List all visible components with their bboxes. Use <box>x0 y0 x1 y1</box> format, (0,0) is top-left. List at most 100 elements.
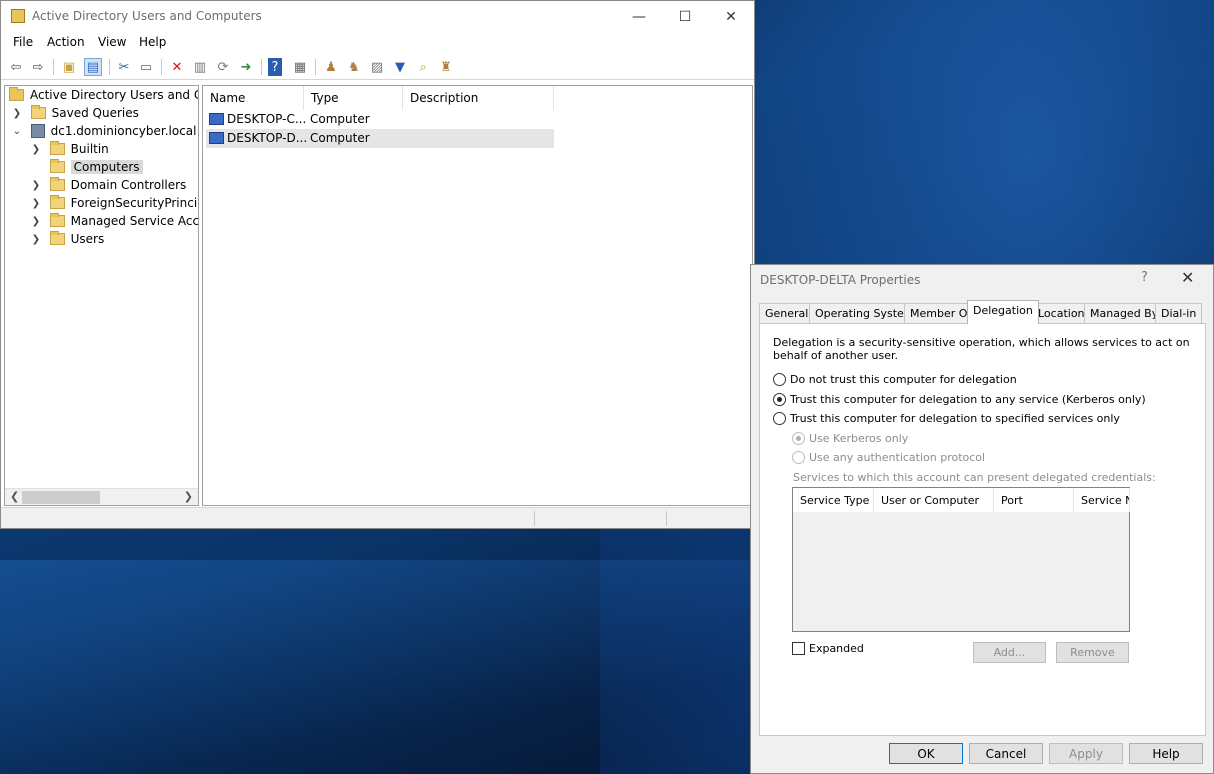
close-button[interactable]: ✕ <box>708 1 754 32</box>
tree-item-label: Computers <box>70 160 143 174</box>
tree-item-managed-service-accounts[interactable]: ❯ Managed Service Accour <box>30 212 199 230</box>
radio-any-protocol-label[interactable]: Use any authentication protocol <box>809 451 985 464</box>
properties-icon[interactable]: ▥ <box>191 58 209 76</box>
tree-item-label: Managed Service Accour <box>70 214 199 228</box>
radio-specified-services[interactable] <box>773 412 786 425</box>
chevron-down-icon[interactable]: ⌄ <box>11 126 23 137</box>
expanded-label[interactable]: Expanded <box>809 642 864 655</box>
details-list[interactable]: Name Type Description DESKTOP-C... Compu… <box>202 85 753 506</box>
toolbar-separator <box>261 59 262 75</box>
create-user-icon[interactable]: ♟ <box>322 58 340 76</box>
folder-icon <box>49 231 65 245</box>
scroll-right-arrow-icon[interactable]: ❯ <box>184 490 193 503</box>
chevron-right-icon[interactable]: ❯ <box>30 216 42 227</box>
services-list[interactable]: Service Type User or Computer Port Servi… <box>792 487 1130 632</box>
folder-icon <box>49 159 65 173</box>
radio-kerberos-only[interactable] <box>792 432 805 445</box>
radio-any-service-label[interactable]: Trust this computer for delegation to an… <box>790 393 1146 406</box>
delete-icon[interactable]: ✕ <box>168 58 186 76</box>
column-header-description[interactable]: Description <box>403 86 554 110</box>
tree-item-domain[interactable]: ⌄ dc1.dominioncyber.local <box>11 122 196 140</box>
toolbar-separator <box>109 59 110 75</box>
minimize-button[interactable]: — <box>616 1 662 32</box>
radio-kerberos-only-label[interactable]: Use Kerberos only <box>809 432 908 445</box>
find-icon[interactable]: ⌕ <box>414 58 432 76</box>
row-type: Computer <box>310 112 370 126</box>
menu-view[interactable]: View <box>98 35 126 49</box>
tab-delegation[interactable]: Delegation <box>967 300 1039 324</box>
tree-root[interactable]: Active Directory Users and Com <box>9 86 198 104</box>
console-tree[interactable]: Active Directory Users and Com ❯ Saved Q… <box>4 85 199 506</box>
column-header-port[interactable]: Port <box>994 488 1074 512</box>
add-button[interactable]: Add... <box>973 642 1046 663</box>
radio-no-delegation-label[interactable]: Do not trust this computer for delegatio… <box>790 373 1017 386</box>
menu-file[interactable]: File <box>13 35 33 49</box>
tree-item-domain-controllers[interactable]: ❯ Domain Controllers <box>30 176 186 194</box>
dialog-close-button[interactable]: ✕ <box>1181 268 1194 287</box>
help-button[interactable]: Help <box>1129 743 1203 764</box>
refresh-icon[interactable]: ⟳ <box>214 58 232 76</box>
column-header-service-name[interactable]: Service Na <box>1074 488 1130 512</box>
apply-button[interactable]: Apply <box>1049 743 1123 764</box>
back-icon[interactable]: ⇦ <box>7 58 25 76</box>
tree-item-users[interactable]: ❯ Users <box>30 230 104 248</box>
tab-location[interactable]: Location <box>1032 303 1091 323</box>
forward-icon[interactable]: ⇨ <box>29 58 47 76</box>
tree-item-foreign-security-principals[interactable]: ❯ ForeignSecurityPrincipals <box>30 194 198 212</box>
ok-button[interactable]: OK <box>889 743 963 764</box>
row-name: DESKTOP-D... <box>227 131 308 145</box>
column-header-name[interactable]: Name <box>203 86 304 110</box>
chevron-right-icon[interactable]: ❯ <box>30 180 42 191</box>
show-hide-console-tree-icon[interactable]: ▤ <box>84 58 102 76</box>
up-folder-icon[interactable]: ▣ <box>60 58 78 76</box>
desktop-light-beam <box>0 560 760 774</box>
status-divider <box>666 511 667 526</box>
expanded-checkbox[interactable] <box>792 642 805 655</box>
chevron-right-icon[interactable]: ❯ <box>30 198 42 209</box>
horizontal-scrollbar[interactable]: ❮ ❯ <box>5 488 198 505</box>
title-bar[interactable]: Active Directory Users and Computers — ☐… <box>1 1 754 32</box>
tree-item-builtin[interactable]: ❯ Builtin <box>30 140 109 158</box>
cut-icon[interactable]: ✂ <box>115 58 133 76</box>
remove-button[interactable]: Remove <box>1056 642 1129 663</box>
tree-item-saved-queries[interactable]: ❯ Saved Queries <box>11 104 139 122</box>
radio-no-delegation[interactable] <box>773 373 786 386</box>
toolbar-separator <box>315 59 316 75</box>
show-action-pane-icon[interactable]: ▦ <box>291 58 309 76</box>
export-list-icon[interactable]: ➜ <box>237 58 255 76</box>
tree-item-label: dc1.dominioncyber.local <box>50 124 197 138</box>
tab-managed-by[interactable]: Managed By <box>1084 303 1165 323</box>
cancel-button[interactable]: Cancel <box>969 743 1043 764</box>
folder-icon <box>49 195 65 209</box>
ou-folder-icon <box>49 177 65 191</box>
tree-item-computers[interactable]: Computers <box>30 158 143 176</box>
folder-icon <box>49 213 65 227</box>
chevron-right-icon[interactable]: ❯ <box>11 108 23 119</box>
filter-icon[interactable]: ▼ <box>391 58 409 76</box>
maximize-button[interactable]: ☐ <box>662 1 708 32</box>
help-icon[interactable]: ? <box>268 58 282 76</box>
scrollbar-thumb[interactable] <box>22 491 100 504</box>
menu-help[interactable]: Help <box>139 35 166 49</box>
copy-icon[interactable]: ▭ <box>137 58 155 76</box>
chevron-right-icon[interactable]: ❯ <box>30 144 42 155</box>
delegation-panel: Delegation is a security-sensitive opera… <box>759 323 1206 736</box>
create-ou-icon[interactable]: ▨ <box>368 58 386 76</box>
tree-item-label: Users <box>70 232 105 246</box>
radio-specified-services-label[interactable]: Trust this computer for delegation to sp… <box>790 412 1120 425</box>
chevron-right-icon[interactable]: ❯ <box>30 234 42 245</box>
table-row-selected[interactable]: DESKTOP-D... Computer <box>206 129 554 148</box>
table-row[interactable]: DESKTOP-C... Computer <box>206 110 554 129</box>
create-group-icon[interactable]: ♞ <box>345 58 363 76</box>
radio-any-service[interactable] <box>773 393 786 406</box>
add-to-group-icon[interactable]: ♜ <box>437 58 455 76</box>
tab-dial-in[interactable]: Dial-in <box>1155 303 1203 323</box>
column-header-user-or-computer[interactable]: User or Computer <box>874 488 994 512</box>
scroll-left-arrow-icon[interactable]: ❮ <box>10 490 19 503</box>
column-header-type[interactable]: Type <box>304 86 403 110</box>
context-help-button[interactable]: ? <box>1141 270 1148 285</box>
column-header-service-type[interactable]: Service Type <box>793 488 874 512</box>
menu-action[interactable]: Action <box>47 35 85 49</box>
radio-any-protocol[interactable] <box>792 451 805 464</box>
tab-general[interactable]: General <box>759 303 815 323</box>
